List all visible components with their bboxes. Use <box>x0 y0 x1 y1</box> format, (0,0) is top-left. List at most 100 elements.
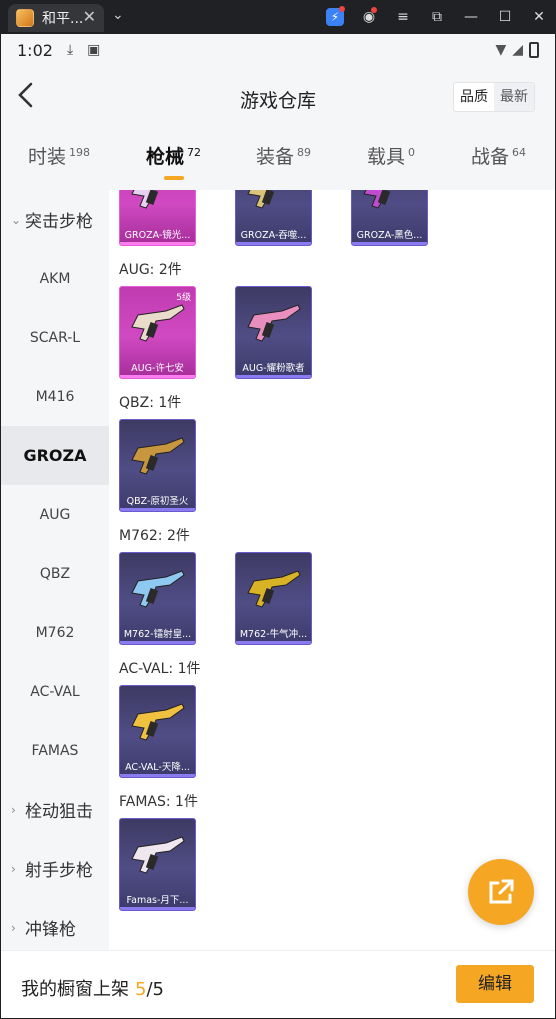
status-bar: 1:02 ⤓ ▣ ▼ ◢ <box>1 34 555 66</box>
page-header: 游戏仓库 品质 最新 <box>1 66 555 130</box>
section-label: M762: 2件 <box>119 528 190 544</box>
skin-card[interactable]: 5级 AUG-许七安 <box>119 286 196 379</box>
chevron-right-icon: › <box>11 802 16 817</box>
minimize-icon[interactable]: — <box>454 9 488 25</box>
signal-icon: ◢ <box>512 42 523 58</box>
sidebar-item-label: AUG <box>39 506 71 523</box>
skin-card[interactable]: M762-牛气冲... <box>235 552 312 645</box>
gun-image <box>247 304 301 342</box>
sidebar-item-label: 栓动狙击 <box>25 802 93 822</box>
skin-card[interactable]: AUG-耀粉歌者 <box>235 286 312 379</box>
sidebar-item-label: SCAR-L <box>29 329 81 346</box>
showcase-status: 我的橱窗上架 5/5 <box>21 979 164 1000</box>
skin-card[interactable]: GROZA-黑色... <box>351 190 428 246</box>
chevron-right-icon: › <box>11 861 16 876</box>
status-time: 1:02 <box>17 40 53 60</box>
download-icon: ⤓ <box>66 42 74 58</box>
sidebar-item-label: 射手步枪 <box>25 861 93 881</box>
tab-title: 和平... <box>42 11 84 27</box>
bolt-icon[interactable]: ⚡ <box>318 6 352 26</box>
gun-image <box>131 437 185 475</box>
sidebar-item[interactable]: AC-VAL <box>1 662 109 721</box>
rarity-bar <box>352 242 427 245</box>
sort-toggle: 品质 最新 <box>453 82 535 112</box>
skin-name: AC-VAL-天降... <box>125 762 190 773</box>
category-tabs: 时装 198 枪械 72 装备 89 载具 0 战备 64 <box>1 130 555 190</box>
skin-card[interactable]: M762-镭射皇... <box>119 552 196 645</box>
sidebar-item[interactable]: SCAR-L <box>1 308 109 367</box>
gun-image <box>131 190 159 209</box>
sidebar-item[interactable]: QBZ <box>1 544 109 603</box>
maximize-icon[interactable]: ☐ <box>488 9 522 25</box>
sidebar-item[interactable]: M762 <box>1 603 109 662</box>
skin-card[interactable]: GROZA-吞噬... <box>235 190 312 246</box>
section-label: AC-VAL: 1件 <box>119 661 201 677</box>
tab-equipment[interactable]: 装备 89 <box>256 142 311 169</box>
close-icon[interactable]: ✕ <box>522 9 556 25</box>
sidebar-item-label: GROZA <box>23 446 87 465</box>
rarity-bar <box>120 242 195 245</box>
tab-vehicles[interactable]: 载具 0 <box>367 142 415 169</box>
wifi-icon: ▼ <box>495 42 507 58</box>
sidebar-item[interactable]: › 栓动狙击 <box>1 780 109 839</box>
sort-latest-button[interactable]: 最新 <box>494 83 534 111</box>
skin-card[interactable]: 5级GROZA-镜光... <box>119 190 196 246</box>
rarity-bar <box>120 508 195 511</box>
share-external-icon <box>489 879 514 904</box>
rarity-bar <box>236 375 311 378</box>
section-label: QBZ: 1件 <box>119 395 182 411</box>
browser-tab[interactable]: 和平... ✕ <box>8 4 104 32</box>
sidebar-item-label: AC-VAL <box>30 683 80 700</box>
skin-name: QBZ-原初圣火 <box>126 496 189 507</box>
rarity-bar <box>236 641 311 644</box>
sidebar-item[interactable]: AUG <box>1 485 109 544</box>
sidebar-item[interactable]: FAMAS <box>1 721 109 780</box>
section-label: AUG: 2件 <box>119 262 182 278</box>
sidebar-item-label: M416 <box>35 388 75 405</box>
picture-in-picture-icon[interactable]: ⧉ <box>420 9 454 25</box>
tab-fashion[interactable]: 时装 198 <box>28 142 90 169</box>
rarity-bar <box>120 907 195 910</box>
showcase-total: /5 <box>146 979 164 1000</box>
level-badge: 5级 <box>176 293 191 303</box>
content-area: ⌄ 突击步枪 AKM SCAR-L M416 GROZA AUG QBZ M762 AC-VAL F… <box>1 190 555 950</box>
sidebar-item[interactable]: GROZA <box>1 426 109 485</box>
gun-image <box>131 570 185 608</box>
window-controls: ⚡ ◉ ≡ ⧉ — ☐ ✕ <box>318 0 556 34</box>
account-icon[interactable]: ◉ <box>352 7 386 25</box>
sidebar-item-label: FAMAS <box>31 742 79 759</box>
phone-screen: 1:02 ⤓ ▣ ▼ ◢ 游戏仓库 品质 最新 时装 198 枪械 72 装备 89 … <box>1 34 555 1018</box>
skin-name: GROZA-黑色... <box>356 230 423 241</box>
sidebar-item-label: 冲锋枪 <box>25 920 76 940</box>
sidebar-item[interactable]: M416 <box>1 367 109 426</box>
sort-quality-button[interactable]: 品质 <box>454 83 494 111</box>
gun-image <box>247 190 275 209</box>
tab-dropdown-icon[interactable]: ⌄ <box>112 7 124 23</box>
skin-name: M762-牛气冲... <box>239 629 308 640</box>
gun-image <box>363 190 391 209</box>
tab-battle-prep[interactable]: 战备 64 <box>471 142 526 169</box>
tab-close-icon[interactable]: ✕ <box>83 7 96 26</box>
gun-image <box>131 304 185 342</box>
tab-guns[interactable]: 枪械 72 <box>146 142 201 169</box>
rarity-bar <box>120 774 195 777</box>
section-label: FAMAS: 1件 <box>119 794 198 810</box>
sidebar-item-label: QBZ <box>39 565 71 582</box>
gun-image <box>247 570 301 608</box>
rarity-bar <box>120 375 195 378</box>
menu-icon[interactable]: ≡ <box>386 9 420 25</box>
edit-button[interactable]: 编辑 <box>456 965 534 1003</box>
sidebar-item[interactable]: › 射手步枪 <box>1 839 109 898</box>
rarity-bar <box>120 641 195 644</box>
skin-card[interactable]: QBZ-原初圣火 <box>119 419 196 512</box>
sidebar-item[interactable]: ⌄ 突击步枪 <box>1 190 109 249</box>
skin-name: Famas-月下... <box>126 895 189 906</box>
sidebar-item[interactable]: › 冲锋枪 <box>1 898 109 957</box>
skin-card[interactable]: Famas-月下... <box>119 818 196 911</box>
share-button[interactable] <box>468 859 534 925</box>
skin-card[interactable]: AC-VAL-天降... <box>119 685 196 778</box>
battery-icon <box>529 42 539 58</box>
sidebar-item[interactable]: AKM <box>1 249 109 308</box>
skin-name: GROZA-吞噬... <box>240 230 307 241</box>
app-logo-icon <box>16 9 34 27</box>
